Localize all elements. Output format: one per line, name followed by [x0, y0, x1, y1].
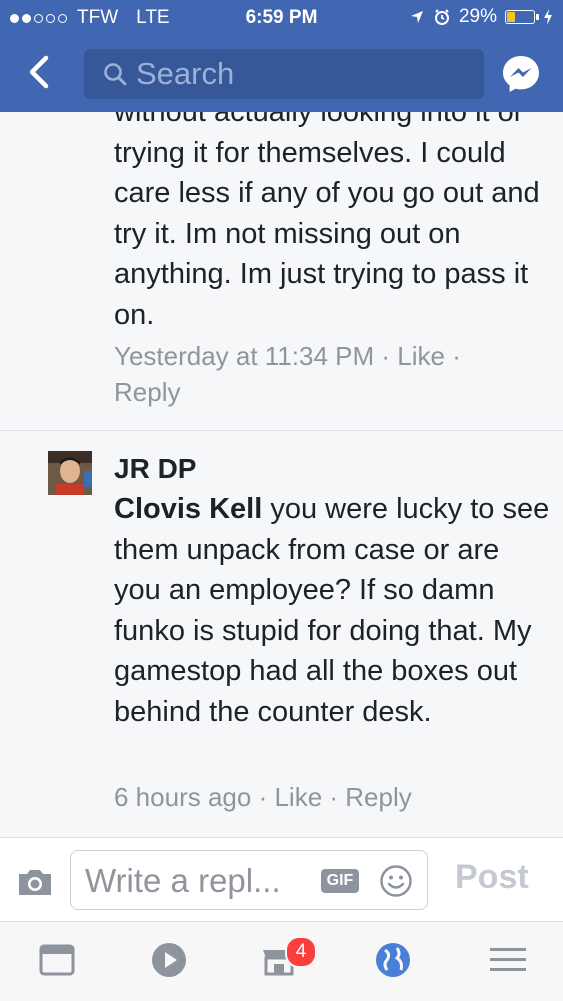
video-play-icon[interactable] — [149, 940, 189, 980]
charging-bolt-icon — [544, 9, 552, 25]
comment-item: without actually looking into it or tryi… — [0, 112, 563, 430]
reply-composer: GIF Post — [0, 837, 563, 922]
comment-timestamp[interactable]: 6 hours ago — [114, 782, 251, 812]
comment-body: you were lucky to see them unpack from c… — [114, 493, 550, 728]
nav-row: Search — [0, 40, 563, 108]
back-chevron-icon[interactable] — [22, 52, 56, 92]
reply-input[interactable] — [83, 859, 315, 903]
status-right: 29% — [409, 6, 553, 28]
gif-button[interactable]: GIF — [321, 869, 359, 893]
comment-meta: 6 hours ago · Like · Reply — [114, 782, 412, 812]
battery-percent: 29% — [458, 6, 497, 27]
comment-item: JR DP Clovis Kell you were lucky to see … — [0, 431, 563, 836]
avatar[interactable] — [48, 451, 92, 495]
notifications-globe-icon[interactable] — [373, 940, 413, 980]
messenger-icon[interactable] — [500, 53, 542, 95]
comment-meta: Yesterday at 11:34 PM · Like · Reply — [114, 341, 461, 407]
news-feed-icon[interactable] — [37, 940, 77, 980]
notification-badge: 4 — [285, 936, 317, 968]
comment-timestamp[interactable]: Yesterday at 11:34 PM — [114, 341, 374, 371]
post-button[interactable]: Post — [455, 858, 529, 897]
smiley-icon[interactable] — [379, 864, 413, 898]
search-bar[interactable]: Search — [84, 49, 484, 99]
search-icon — [104, 63, 127, 86]
like-link[interactable]: Like — [397, 341, 445, 371]
reply-field[interactable]: GIF — [70, 850, 428, 910]
reply-link[interactable]: Reply — [114, 377, 180, 407]
battery-icon — [505, 10, 539, 24]
reply-link[interactable]: Reply — [345, 782, 411, 812]
status-bar: TFW LTE 6:59 PM 29% — [0, 0, 563, 36]
comment-text: Clovis Kell you were lucky to see them u… — [114, 489, 554, 732]
alarm-clock-icon — [434, 9, 449, 25]
menu-icon[interactable] — [488, 940, 528, 980]
top-navigation-bar: TFW LTE 6:59 PM 29% Search — [0, 0, 563, 112]
bottom-tab-bar: 4 — [0, 921, 563, 1001]
search-placeholder: Search — [136, 56, 235, 91]
mention-link[interactable]: Clovis Kell — [114, 493, 262, 525]
profile-photo — [48, 451, 92, 495]
camera-icon[interactable] — [16, 866, 54, 898]
comment-author[interactable]: JR DP — [114, 453, 196, 485]
comment-text: without actually looking into it or tryi… — [114, 112, 540, 331]
like-link[interactable]: Like — [274, 782, 322, 812]
location-arrow-icon — [410, 11, 423, 23]
